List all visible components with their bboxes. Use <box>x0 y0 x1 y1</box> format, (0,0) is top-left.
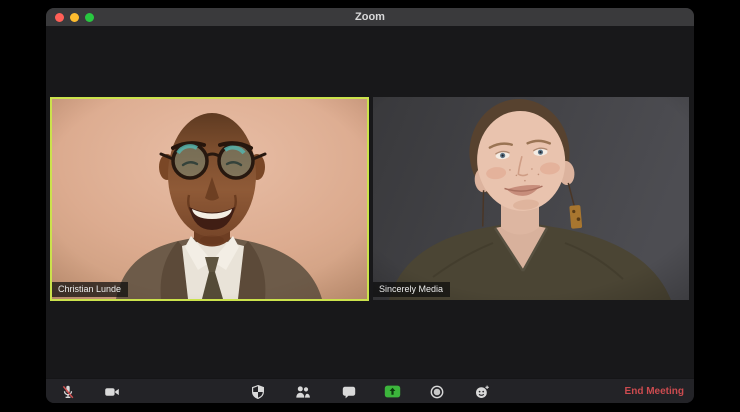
participant-video-man-portrait <box>52 99 367 299</box>
mute-button[interactable] <box>54 379 82 403</box>
video-camera-icon <box>105 387 119 396</box>
video-grid: Christian Lunde Sincerely Media <box>46 26 694 378</box>
video-tile-active-speaker[interactable]: Christian Lunde <box>50 97 369 301</box>
participant-name-label: Christian Lunde <box>52 282 129 297</box>
video-tile[interactable]: Sincerely Media <box>373 97 689 300</box>
window-title: Zoom <box>355 11 385 23</box>
shield-icon <box>252 384 264 399</box>
reactions-button[interactable] <box>468 379 496 403</box>
reactions-smiley-icon <box>476 385 489 398</box>
chat-bubble-icon <box>342 386 356 398</box>
chat-button[interactable] <box>335 379 363 403</box>
share-screen-icon <box>384 385 400 398</box>
participant-video-woman-portrait <box>373 97 689 300</box>
meeting-toolbar: End Meeting <box>46 378 694 403</box>
video-button[interactable] <box>98 379 126 403</box>
end-meeting-button[interactable]: End Meeting <box>625 379 684 403</box>
zoom-app-window: Zoom Christian Lunde Sincerely Media End… <box>46 8 694 403</box>
participants-icon <box>296 385 310 398</box>
security-button[interactable] <box>244 379 272 403</box>
participant-name-label: Sincerely Media <box>373 282 451 297</box>
participants-button[interactable] <box>289 379 317 403</box>
microphone-muted-icon <box>62 385 74 398</box>
share-screen-button[interactable] <box>378 379 406 403</box>
record-button[interactable] <box>423 379 451 403</box>
record-icon <box>430 385 444 398</box>
titlebar: Zoom <box>46 8 694 26</box>
